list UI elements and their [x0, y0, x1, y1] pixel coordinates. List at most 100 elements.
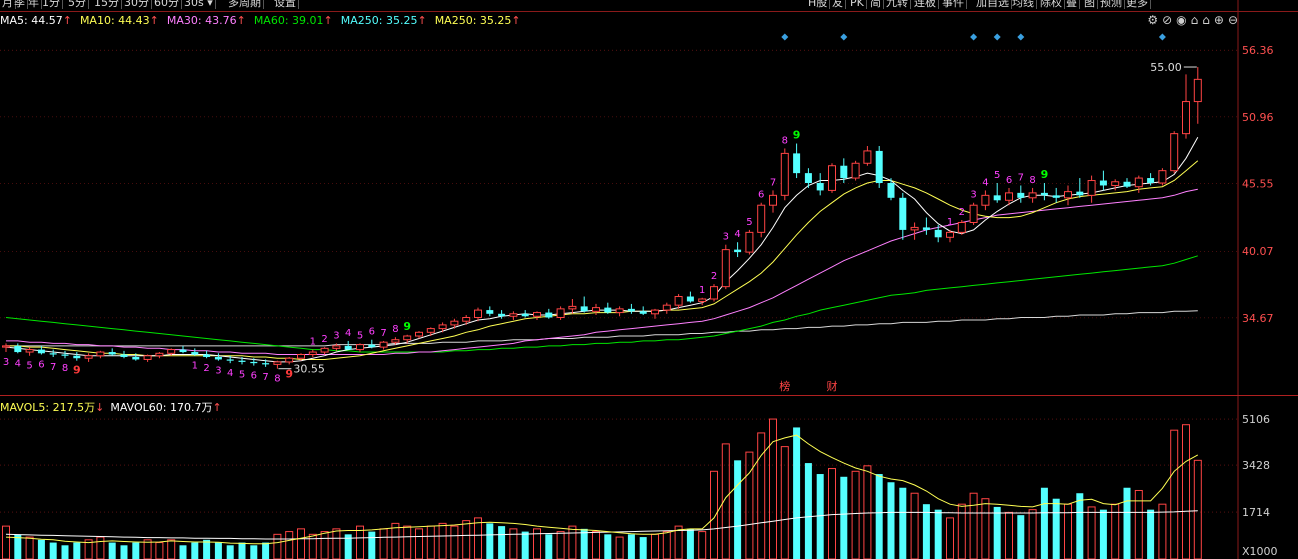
volume-bar	[120, 545, 128, 559]
candle	[627, 303, 635, 314]
candle-body	[662, 304, 671, 311]
candle	[509, 311, 518, 320]
td-up-count: 4	[345, 328, 351, 339]
candle-body	[721, 249, 730, 288]
volume-bar	[863, 465, 872, 559]
volume-bar	[25, 536, 34, 559]
candle-body	[96, 351, 105, 357]
candle	[1123, 178, 1131, 188]
volume-bar	[1087, 506, 1096, 559]
candle-body	[780, 152, 789, 196]
ma5-line	[5, 137, 1199, 363]
candle-body	[214, 356, 222, 360]
candle-body	[639, 311, 647, 314]
diamond-marker	[1158, 33, 1166, 41]
volume-bar	[875, 474, 883, 559]
candle	[710, 284, 718, 302]
candle	[757, 202, 766, 238]
candle	[828, 163, 836, 193]
volume-bar	[37, 539, 45, 559]
volume-bar	[910, 492, 919, 559]
td-up-count: 3	[970, 190, 976, 201]
candle-body	[946, 231, 954, 238]
candle-body	[1147, 178, 1155, 184]
td-down-count: 6	[38, 360, 44, 371]
td-up-count: 8	[782, 135, 788, 146]
candle	[1028, 187, 1037, 203]
candle-body	[863, 150, 872, 164]
candle-body	[674, 296, 683, 306]
price-tick-label: 45.55	[1242, 178, 1274, 191]
volume-bar	[1170, 429, 1179, 559]
candle-body	[2, 345, 10, 348]
ma10-line	[6, 160, 1199, 360]
candle	[899, 192, 907, 240]
candle	[273, 360, 282, 369]
candle-body	[580, 306, 588, 312]
candle-body	[25, 349, 34, 353]
td-up-count: 3	[723, 232, 729, 243]
candle-body	[769, 194, 777, 206]
candle	[96, 350, 105, 359]
td-up-count: 7	[380, 328, 386, 339]
candle-body	[403, 335, 412, 341]
candle-body	[981, 194, 990, 206]
min-price-label: 30.55	[293, 363, 325, 376]
volume-bar	[438, 522, 447, 559]
volume-bar	[415, 528, 423, 559]
event-marker: 榜	[779, 379, 790, 393]
volume-bar	[793, 427, 801, 559]
diamond-marker	[781, 33, 789, 41]
vol-tick-label: 3428	[1242, 459, 1270, 472]
candle-body	[320, 347, 329, 353]
candle-body	[132, 356, 140, 360]
volume-bar	[1005, 511, 1013, 559]
candle	[486, 306, 494, 317]
candle	[615, 306, 624, 317]
candle-body	[1005, 192, 1013, 201]
candle	[981, 190, 990, 211]
td-up-count: 8	[392, 324, 398, 335]
volume-bar	[592, 531, 600, 559]
candle	[1017, 185, 1025, 203]
vol-unit-label: X1000	[1242, 545, 1278, 558]
candle	[863, 145, 872, 166]
candle	[721, 244, 730, 290]
candle-body	[356, 344, 364, 351]
candle	[1064, 185, 1072, 206]
candle	[875, 145, 883, 188]
td-up-count: 1	[947, 217, 953, 228]
td-up-count: 4	[982, 177, 988, 188]
candle	[568, 298, 577, 314]
candle-body	[238, 360, 246, 362]
candle-body	[344, 345, 352, 350]
candle	[639, 306, 647, 316]
candle-body	[179, 349, 187, 353]
candle	[922, 217, 930, 235]
volume-bar	[1193, 459, 1202, 559]
candle	[49, 349, 57, 357]
volume-bar	[840, 476, 848, 559]
candle	[120, 350, 128, 359]
volume-bar	[2, 525, 10, 559]
candle-body	[49, 353, 57, 355]
candle-body	[816, 183, 824, 191]
candle	[474, 307, 482, 322]
candle-body	[1017, 192, 1025, 198]
candlestick-chart[interactable]: 56.3650.9645.5540.0734.67510634281714X10…	[0, 0, 1298, 559]
candle-body	[297, 354, 305, 359]
ma250-line	[6, 310, 1198, 347]
candle-body	[1158, 170, 1167, 184]
volume-bar	[132, 542, 140, 559]
candle	[556, 306, 565, 320]
candle	[993, 183, 1001, 203]
candle	[214, 353, 222, 361]
candle-body	[191, 352, 199, 355]
td-down-count: 3	[3, 357, 9, 368]
volume-bar	[486, 523, 494, 559]
td-down-count: 8	[274, 374, 280, 385]
volume-bar	[191, 542, 199, 559]
volume-bar	[957, 503, 966, 559]
volume-bar	[1099, 509, 1107, 559]
candle	[498, 310, 506, 319]
